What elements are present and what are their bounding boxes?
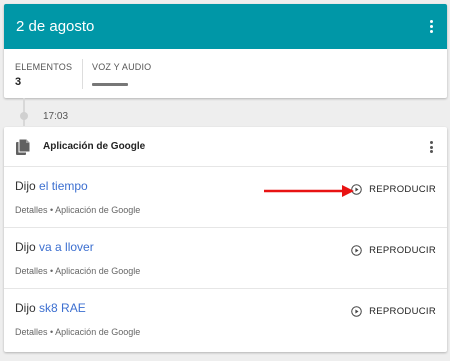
activity-header: Aplicación de Google xyxy=(4,127,447,167)
day-stats: ELEMENTOS 3 VOZ Y AUDIO xyxy=(4,49,447,98)
list-item: Dijo el tiempo Detalles • Aplicación de … xyxy=(4,167,447,228)
play-circle-icon xyxy=(351,245,362,256)
entry-details-link[interactable]: Detalles • Aplicación de Google xyxy=(15,205,140,215)
annotation-arrow-icon xyxy=(264,185,354,197)
play-button[interactable]: REPRODUCIR xyxy=(351,306,436,317)
activity-app-title: Aplicación de Google xyxy=(43,141,146,152)
timeline-dot xyxy=(20,112,28,120)
voice-audio-indicator xyxy=(92,83,128,86)
day-date: 2 de agosto xyxy=(16,18,95,35)
entry-prefix: Dijo xyxy=(15,301,36,315)
stats-divider xyxy=(82,59,83,89)
document-icon xyxy=(16,139,30,155)
entry-details-link[interactable]: Detalles • Aplicación de Google xyxy=(15,266,140,276)
entry-prefix: Dijo xyxy=(15,240,36,254)
activity-card: Aplicación de Google Dijo el tiempo Deta… xyxy=(4,127,447,352)
entry-query-link[interactable]: el tiempo xyxy=(39,179,88,193)
list-item: Dijo sk8 RAE Detalles • Aplicación de Go… xyxy=(4,289,447,350)
play-button[interactable]: REPRODUCIR xyxy=(351,184,436,195)
play-circle-icon xyxy=(351,306,362,317)
entry-said: Dijo va a llover xyxy=(15,240,94,254)
entry-details-link[interactable]: Detalles • Aplicación de Google xyxy=(15,327,140,337)
activity-time: 17:03 xyxy=(43,111,69,122)
entry-query-link[interactable]: sk8 RAE xyxy=(39,301,86,315)
entry-query-link[interactable]: va a llover xyxy=(39,240,94,254)
entry-said: Dijo el tiempo xyxy=(15,179,88,193)
play-button[interactable]: REPRODUCIR xyxy=(351,245,436,256)
day-header: 2 de agosto xyxy=(4,4,447,49)
entry-prefix: Dijo xyxy=(15,179,36,193)
items-count-value: 3 xyxy=(15,76,22,88)
entry-said: Dijo sk8 RAE xyxy=(15,301,86,315)
more-vert-icon[interactable] xyxy=(429,20,433,33)
list-item: Dijo va a llover Detalles • Aplicación d… xyxy=(4,228,447,289)
play-button-label: REPRODUCIR xyxy=(369,184,436,195)
voice-audio-label[interactable]: VOZ Y AUDIO xyxy=(92,62,151,72)
play-button-label: REPRODUCIR xyxy=(369,245,436,256)
items-count-label: ELEMENTOS xyxy=(15,62,73,72)
day-summary-card: 2 de agosto ELEMENTOS 3 VOZ Y AUDIO xyxy=(4,4,447,98)
play-button-label: REPRODUCIR xyxy=(369,306,436,317)
more-vert-icon[interactable] xyxy=(429,141,433,153)
